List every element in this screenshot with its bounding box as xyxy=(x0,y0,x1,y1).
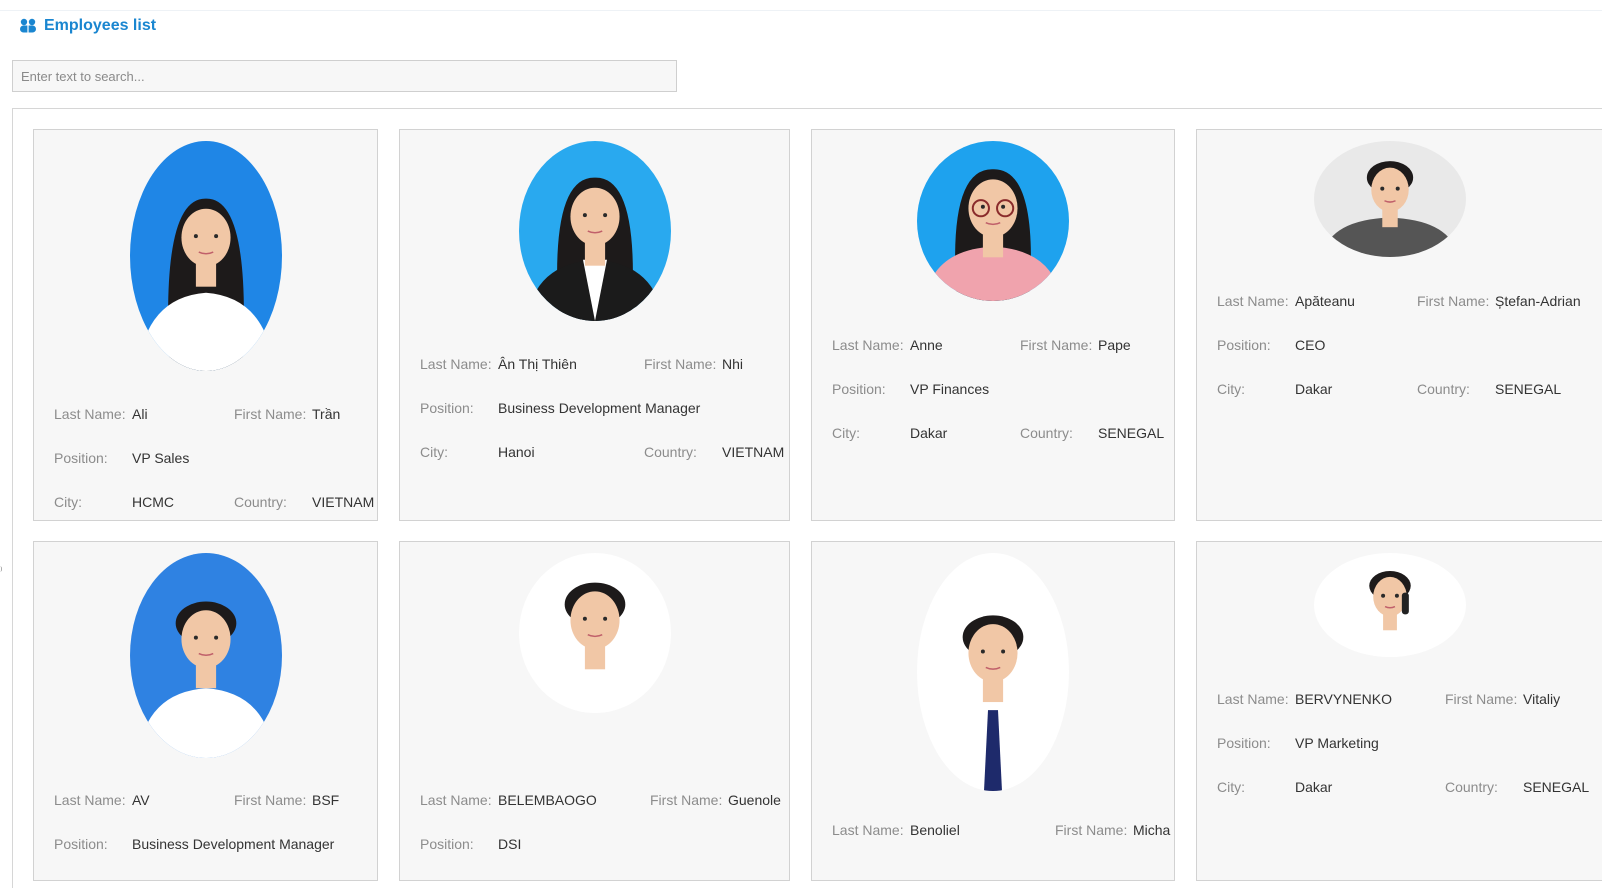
last-name-value: Ali xyxy=(132,406,148,422)
first-name-value: Trần xyxy=(312,406,341,422)
employee-photo xyxy=(519,553,671,713)
city-value: Dakar xyxy=(910,425,948,441)
employee-card[interactable]: Last Name: Apăteanu First Name: Ștefan-Adri… xyxy=(1196,129,1602,521)
city-value: Dakar xyxy=(1295,381,1333,397)
last-name-value: Benoliel xyxy=(910,822,960,838)
first-name-label: First Name: xyxy=(234,406,307,422)
employee-card[interactable]: Last Name: AV First Name: BSF Position: Busin… xyxy=(33,541,378,881)
first-name-value: Pape xyxy=(1098,337,1131,353)
employee-photo xyxy=(917,553,1069,791)
position-value: CEO xyxy=(1295,337,1326,353)
position-label: Position: xyxy=(832,381,886,397)
country-label: Country: xyxy=(234,494,287,510)
employee-photo xyxy=(1314,141,1466,257)
city-label: City: xyxy=(832,425,860,441)
city-value: Hanoi xyxy=(498,444,535,460)
first-name-value: Vitaliy xyxy=(1523,691,1561,707)
first-name-label: First Name: xyxy=(1417,293,1490,309)
country-label: Country: xyxy=(1445,779,1498,795)
employee-card[interactable]: Last Name: Anne First Name: Pape Position: VP… xyxy=(811,129,1175,521)
employee-photo xyxy=(130,553,282,758)
first-name-value: Nhi xyxy=(722,356,744,372)
country-value: VIETNAM xyxy=(312,494,375,510)
position-label: Position: xyxy=(1217,735,1271,751)
employee-card[interactable]: Last Name: Ali First Name: Trần Position: VP … xyxy=(33,129,378,521)
first-name-label: First Name: xyxy=(1020,337,1093,353)
position-label: Position: xyxy=(1217,337,1271,353)
first-name-label: First Name: xyxy=(234,792,307,808)
position-value: VP Sales xyxy=(132,450,190,466)
first-name-value: Guenole xyxy=(728,792,781,808)
first-name-label: First Name: xyxy=(644,356,717,372)
first-name-value: BSF xyxy=(312,792,340,808)
position-label: Position: xyxy=(420,836,474,852)
country-label: Country: xyxy=(644,444,697,460)
country-label: Country: xyxy=(1417,381,1470,397)
users-icon xyxy=(20,18,36,33)
employee-card[interactable]: Last Name: Ân Thị Thiên First Name: Nhi Posi… xyxy=(399,129,790,521)
page-title: Employees list xyxy=(44,17,157,34)
last-name-label: Last Name: xyxy=(832,337,904,353)
city-label: City: xyxy=(1217,779,1245,795)
last-name-value: Ân Thị Thiên xyxy=(498,356,577,372)
country-value: SENEGAL xyxy=(1523,779,1590,795)
last-name-value: AV xyxy=(132,792,150,808)
search-input[interactable] xyxy=(12,60,677,92)
position-value: VP Finances xyxy=(910,381,990,397)
last-name-value: BELEMBAOGO xyxy=(498,792,597,808)
position-value: VP Marketing xyxy=(1295,735,1379,751)
employee-card[interactable]: Last Name: Benoliel First Name: Micha xyxy=(811,541,1175,881)
position-value: DSI xyxy=(498,836,522,852)
city-value: Dakar xyxy=(1295,779,1333,795)
last-name-label: Last Name: xyxy=(54,792,126,808)
position-label: Position: xyxy=(420,400,474,416)
position-value: Business Development Manager xyxy=(498,400,701,416)
top-strip xyxy=(0,0,1602,11)
last-name-label: Last Name: xyxy=(54,406,126,422)
first-name-label: First Name: xyxy=(650,792,723,808)
last-name-value: BERVYNENKO xyxy=(1295,691,1392,707)
last-name-label: Last Name: xyxy=(420,792,492,808)
country-value: SENEGAL xyxy=(1495,381,1562,397)
employee-photo xyxy=(130,141,282,371)
last-name-value: Apăteanu xyxy=(1295,293,1355,309)
page-header: Employees list xyxy=(18,16,156,36)
scroll-edge-mark: ⁾ xyxy=(0,566,3,577)
last-name-label: Last Name: xyxy=(832,822,904,838)
last-name-label: Last Name: xyxy=(1217,691,1289,707)
employee-card[interactable]: Last Name: BELEMBAOGO First Name: Guenole Po… xyxy=(399,541,790,881)
last-name-value: Anne xyxy=(910,337,943,353)
employee-photo xyxy=(519,141,671,321)
last-name-label: Last Name: xyxy=(420,356,492,372)
country-label: Country: xyxy=(1020,425,1073,441)
first-name-label: First Name: xyxy=(1055,822,1128,838)
position-label: Position: xyxy=(54,836,108,852)
first-name-label: First Name: xyxy=(1445,691,1518,707)
city-value: HCMC xyxy=(132,494,174,510)
country-value: SENEGAL xyxy=(1098,425,1165,441)
city-label: City: xyxy=(1217,381,1245,397)
employee-card[interactable]: Last Name: BERVYNENKO First Name: Vitaliy Po… xyxy=(1196,541,1602,881)
position-value: Business Development Manager xyxy=(132,836,335,852)
city-label: City: xyxy=(420,444,448,460)
first-name-value: Micha xyxy=(1133,822,1171,838)
position-label: Position: xyxy=(54,450,108,466)
first-name-value: Ștefan-Adrian xyxy=(1495,293,1581,309)
city-label: City: xyxy=(54,494,82,510)
employee-photo xyxy=(1314,553,1466,657)
country-value: VIETNAM xyxy=(722,444,785,460)
employee-photo xyxy=(917,141,1069,301)
last-name-label: Last Name: xyxy=(1217,293,1289,309)
